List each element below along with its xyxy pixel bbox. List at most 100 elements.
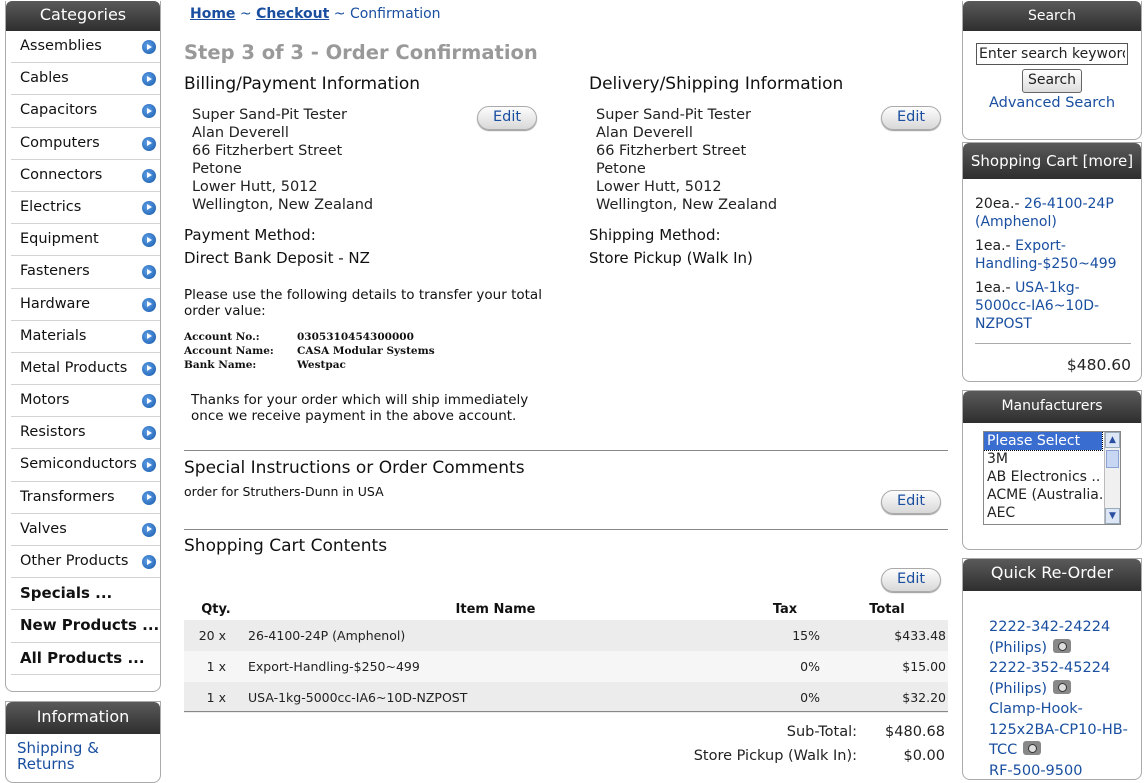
category-label: Cables (20, 70, 69, 87)
arrow-circle-icon (142, 104, 156, 119)
category-item[interactable]: Electrics (11, 192, 160, 225)
shopping-cart-box: Shopping Cart [more] 20ea.- 26-4100-24P … (962, 142, 1142, 382)
table-row: 20 x 26-4100-24P (Amphenol) 15% $433.48 (184, 620, 948, 651)
category-item[interactable]: Valves (11, 514, 160, 546)
camera-icon[interactable] (1023, 741, 1042, 755)
category-special-link[interactable]: New Products ... (11, 610, 160, 643)
manufacturer-option[interactable]: ACME (Australia.. (984, 486, 1102, 504)
cell-total: $433.48 (826, 620, 948, 651)
bank-labels: Account No.: Account Name: Bank Name: (184, 330, 274, 372)
manufacturer-option[interactable]: Please Select (984, 432, 1103, 451)
category-label: All Products ... (20, 648, 145, 667)
category-label: Valves (20, 520, 67, 537)
category-special-link[interactable]: Specials ... (11, 578, 160, 611)
payment-method-value: Direct Bank Deposit - NZ (184, 249, 370, 267)
category-label: Hardware (20, 295, 91, 312)
camera-icon[interactable] (1053, 638, 1072, 653)
camera-icon[interactable] (1053, 679, 1072, 694)
reorder-link[interactable]: 2222-342-24224 (Philips) (989, 619, 1110, 656)
manufacturer-options: Please Select 3M AB Electronics .. ACME (Au… (984, 432, 1120, 522)
delivery-address: Super Sand-Pit Tester Alan Deverell 66 Fit… (596, 106, 777, 214)
category-item[interactable]: Resistors (11, 417, 160, 450)
category-item[interactable]: Fasteners (11, 256, 160, 289)
arrow-circle-icon (142, 72, 156, 87)
category-list: Assemblies Cables Capacitors Computers Conne… (6, 31, 160, 675)
arrow-circle-icon (142, 136, 156, 151)
search-input[interactable] (976, 43, 1128, 65)
manufacturers-title: Manufacturers (963, 391, 1141, 423)
category-item[interactable]: Motors (11, 385, 160, 418)
arrow-circle-icon (142, 233, 156, 248)
billing-heading: Billing/Payment Information (184, 74, 421, 94)
reorder-item: Clamp-Hook-125x2BA-CP10-HB-TCC (963, 699, 1141, 761)
manufacturer-option[interactable]: AB Electronics .. (984, 468, 1102, 486)
arrow-circle-icon (142, 265, 156, 280)
edit-billing-button[interactable]: Edit (477, 106, 537, 130)
scroll-up-icon[interactable]: ▲ (1105, 432, 1120, 448)
edit-cart-button[interactable]: Edit (881, 568, 941, 592)
address-line: Alan Deverell (596, 125, 693, 141)
scroll-thumb[interactable] (1106, 450, 1119, 468)
manufacturer-option[interactable]: AEC (984, 504, 1102, 522)
thanks-message: Thanks for your order which will ship im… (191, 392, 529, 424)
shipping-cost-value: $0.00 (903, 748, 945, 764)
category-item[interactable]: Materials (11, 321, 160, 353)
category-label: Transformers (20, 488, 115, 505)
address-line: Petone (192, 161, 242, 177)
search-box: Search Search Advanced Search (962, 1, 1142, 140)
table-row: 1 x USA-1kg-5000cc-IA6~10D-NZPOST 0% $32.20 (184, 682, 948, 713)
address-line: Lower Hutt, 5012 (192, 179, 318, 195)
col-item-name: Item Name (455, 601, 536, 617)
category-item[interactable]: Assemblies (11, 31, 160, 64)
divider (184, 450, 948, 451)
cell-total: $32.20 (826, 682, 948, 713)
information-box: Information Shipping & Returns (5, 701, 161, 783)
category-item[interactable]: Connectors (11, 160, 160, 192)
edit-comments-button[interactable]: Edit (881, 490, 941, 514)
manufacturers-listbox[interactable]: Please Select 3M AB Electronics .. ACME (Au… (983, 431, 1121, 525)
quick-reorder-box: Quick Re-Order 2222-342-24224 (Philips) 2… (962, 558, 1142, 780)
bank-name-value: Westpac (297, 359, 346, 371)
address-line: 66 Fitzherbert Street (192, 143, 343, 159)
reorder-list: 2222-342-24224 (Philips) 2222-352-45224 (… (963, 591, 1141, 781)
address-line: Wellington, New Zealand (596, 197, 778, 213)
search-button[interactable]: Search (1022, 69, 1082, 93)
category-label: Semiconductors (20, 456, 137, 473)
breadcrumb-checkout[interactable]: Checkout (256, 6, 329, 22)
listbox-scrollbar[interactable]: ▲ ▼ (1104, 432, 1120, 524)
manufacturers-box: Manufacturers Please Select 3M AB Electron… (962, 390, 1142, 550)
cell-qty: 1 x (184, 651, 248, 682)
divider (184, 529, 948, 530)
categories-title: Categories (6, 1, 160, 31)
breadcrumb-home[interactable]: Home (190, 6, 235, 22)
category-item[interactable]: Computers (11, 128, 160, 160)
edit-delivery-button[interactable]: Edit (881, 106, 941, 130)
address-line: Super Sand-Pit Tester (596, 107, 751, 123)
category-label: Resistors (20, 424, 86, 441)
category-item[interactable]: Semiconductors (11, 449, 160, 482)
cart-heading: Shopping Cart Contents (184, 536, 388, 556)
address-line: Wellington, New Zealand (192, 197, 374, 213)
category-item[interactable]: Hardware (11, 289, 160, 321)
category-item[interactable]: Cables (11, 63, 160, 96)
category-item[interactable]: Equipment (11, 224, 160, 257)
shipping-returns-link[interactable]: Shipping & Returns (6, 734, 160, 772)
category-item[interactable]: Capacitors (11, 95, 160, 128)
category-special-link[interactable]: All Products ... (11, 643, 160, 675)
advanced-search-link[interactable]: Advanced Search (963, 95, 1141, 111)
col-qty: Qty. (201, 601, 231, 617)
scroll-down-icon[interactable]: ▼ (1105, 508, 1120, 524)
shopping-cart-title: Shopping Cart (970, 152, 1078, 170)
cell-tax: 0% (744, 682, 826, 713)
manufacturer-option[interactable]: 3M (984, 450, 1102, 468)
arrow-circle-icon (142, 361, 156, 376)
reorder-link[interactable]: 2222-352-45224 (Philips) (989, 660, 1110, 697)
divider (184, 711, 948, 712)
category-item[interactable]: Metal Products (11, 353, 160, 386)
cart-more-link[interactable]: [more] (1083, 152, 1134, 170)
cart-line-item: 1ea.- Export-Handling-$250~499 (963, 237, 1141, 273)
category-item[interactable]: Transformers (11, 482, 160, 514)
arrow-circle-icon (142, 522, 156, 537)
category-item[interactable]: Other Products (11, 546, 160, 579)
reorder-link[interactable]: Clamp-Hook-125x2BA-CP10-HB-TCC (989, 701, 1128, 758)
